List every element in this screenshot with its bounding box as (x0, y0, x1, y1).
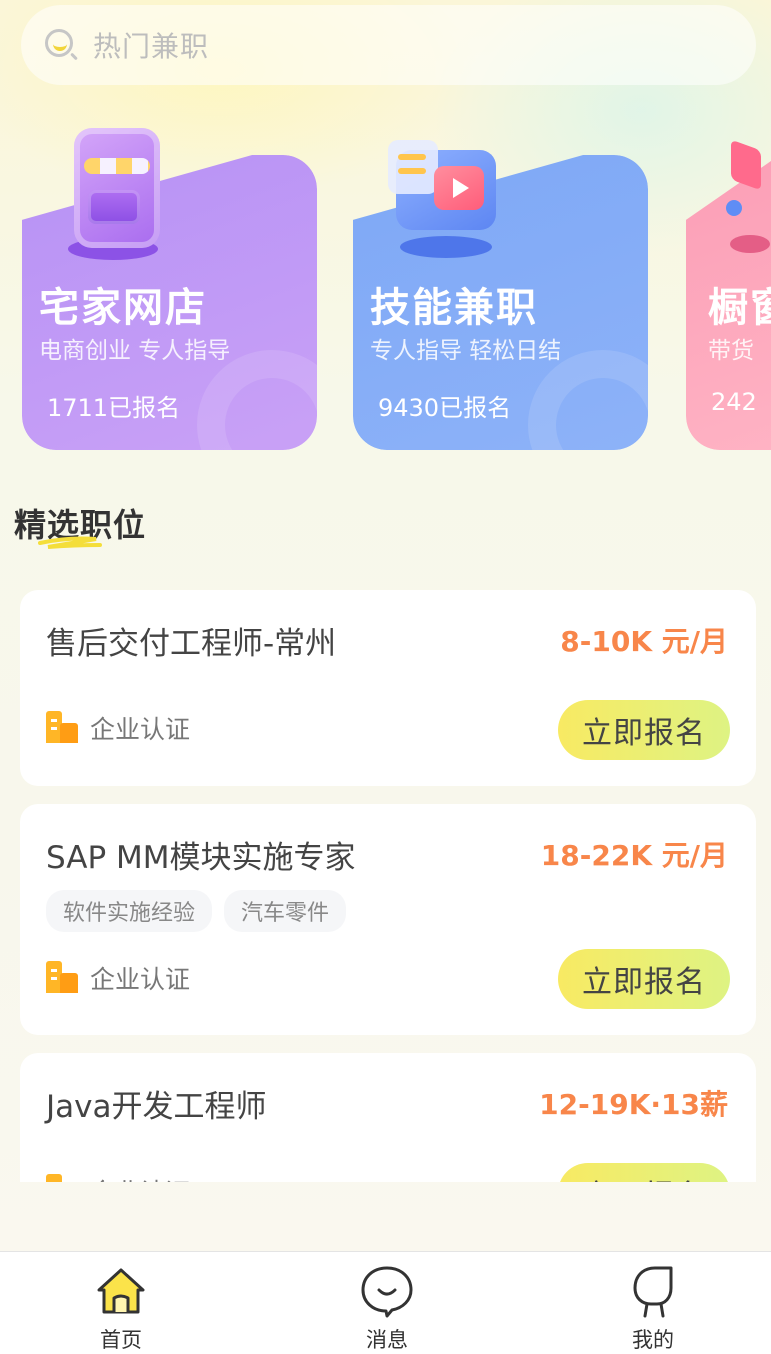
search-icon (43, 27, 79, 63)
category-card-online-store[interactable]: 宅家网店 电商创业 专人指导 1711已报名 (22, 155, 317, 450)
job-tags: 软件实施经验 汽车零件 (46, 890, 347, 932)
job-list[interactable]: 售后交付工程师-常州 8-10K 元/月 企业认证 立即报名 SAP MM模块实… (0, 590, 771, 1182)
category-title: 宅家网店 (39, 285, 207, 331)
company-certification: 企业认证 (46, 710, 190, 746)
tab-messages[interactable]: 消息 (327, 1252, 447, 1354)
job-tag: 汽车零件 (224, 890, 347, 932)
category-subtitle: 电商创业 专人指导 (39, 338, 231, 364)
category-subtitle: 带货 (708, 338, 754, 364)
job-title: Java开发工程师 (46, 1089, 267, 1125)
apply-button[interactable]: 立即报名 (558, 1163, 730, 1182)
shop-phone-illustration-icon (68, 128, 168, 263)
category-count: 1711已报名 (47, 394, 181, 422)
job-card[interactable]: Java开发工程师 12-19K·13薪 企业认证 立即报名 (20, 1053, 756, 1182)
building-icon (46, 1174, 78, 1182)
job-salary: 12-19K·13薪 (539, 1088, 728, 1121)
job-salary: 18-22K 元/月 (540, 839, 728, 872)
tab-label: 我的 (632, 1328, 674, 1352)
apply-button[interactable]: 立即报名 (558, 700, 730, 760)
profile-icon (633, 1266, 673, 1318)
job-title: SAP MM模块实施专家 (46, 840, 356, 876)
cert-label: 企业认证 (90, 715, 191, 744)
tab-label: 首页 (100, 1328, 142, 1352)
apply-button[interactable]: 立即报名 (558, 949, 730, 1009)
category-subtitle: 专人指导 轻松日结 (370, 338, 562, 364)
home-icon (97, 1268, 145, 1314)
bottom-tab-bar: 首页 消息 我的 (0, 1251, 771, 1354)
building-icon (46, 961, 78, 995)
category-title: 技能兼职 (370, 285, 538, 331)
job-card[interactable]: 售后交付工程师-常州 8-10K 元/月 企业认证 立即报名 (20, 590, 756, 786)
job-title: 售后交付工程师-常州 (46, 626, 337, 662)
category-carousel[interactable]: 宅家网店 电商创业 专人指导 1711已报名 技能兼职 专人指导 轻松日结 94… (0, 120, 771, 460)
company-certification: 企业认证 (46, 960, 190, 996)
showcase-illustration-icon (726, 139, 771, 255)
category-title: 橱窗 (708, 285, 771, 331)
cert-label: 企业认证 (90, 965, 191, 994)
tab-label: 消息 (366, 1328, 408, 1352)
title-underline-icon (38, 536, 102, 549)
tab-home[interactable]: 首页 (61, 1252, 181, 1354)
video-board-illustration-icon (388, 130, 508, 260)
search-bar[interactable]: 热门兼职 (21, 5, 756, 85)
job-tag: 软件实施经验 (46, 890, 213, 932)
building-icon (46, 711, 78, 745)
tab-mine[interactable]: 我的 (593, 1252, 713, 1354)
company-certification: 企业认证 (46, 1173, 190, 1182)
category-count: 242 (711, 388, 757, 416)
cert-label: 企业认证 (90, 1173, 190, 1182)
job-salary: 8-10K 元/月 (560, 625, 728, 658)
category-count: 9430已报名 (378, 394, 512, 422)
search-placeholder: 热门兼职 (93, 30, 210, 63)
job-card[interactable]: SAP MM模块实施专家 18-22K 元/月 软件实施经验 汽车零件 企业认证… (20, 804, 756, 1035)
chat-bubble-icon (361, 1266, 413, 1318)
